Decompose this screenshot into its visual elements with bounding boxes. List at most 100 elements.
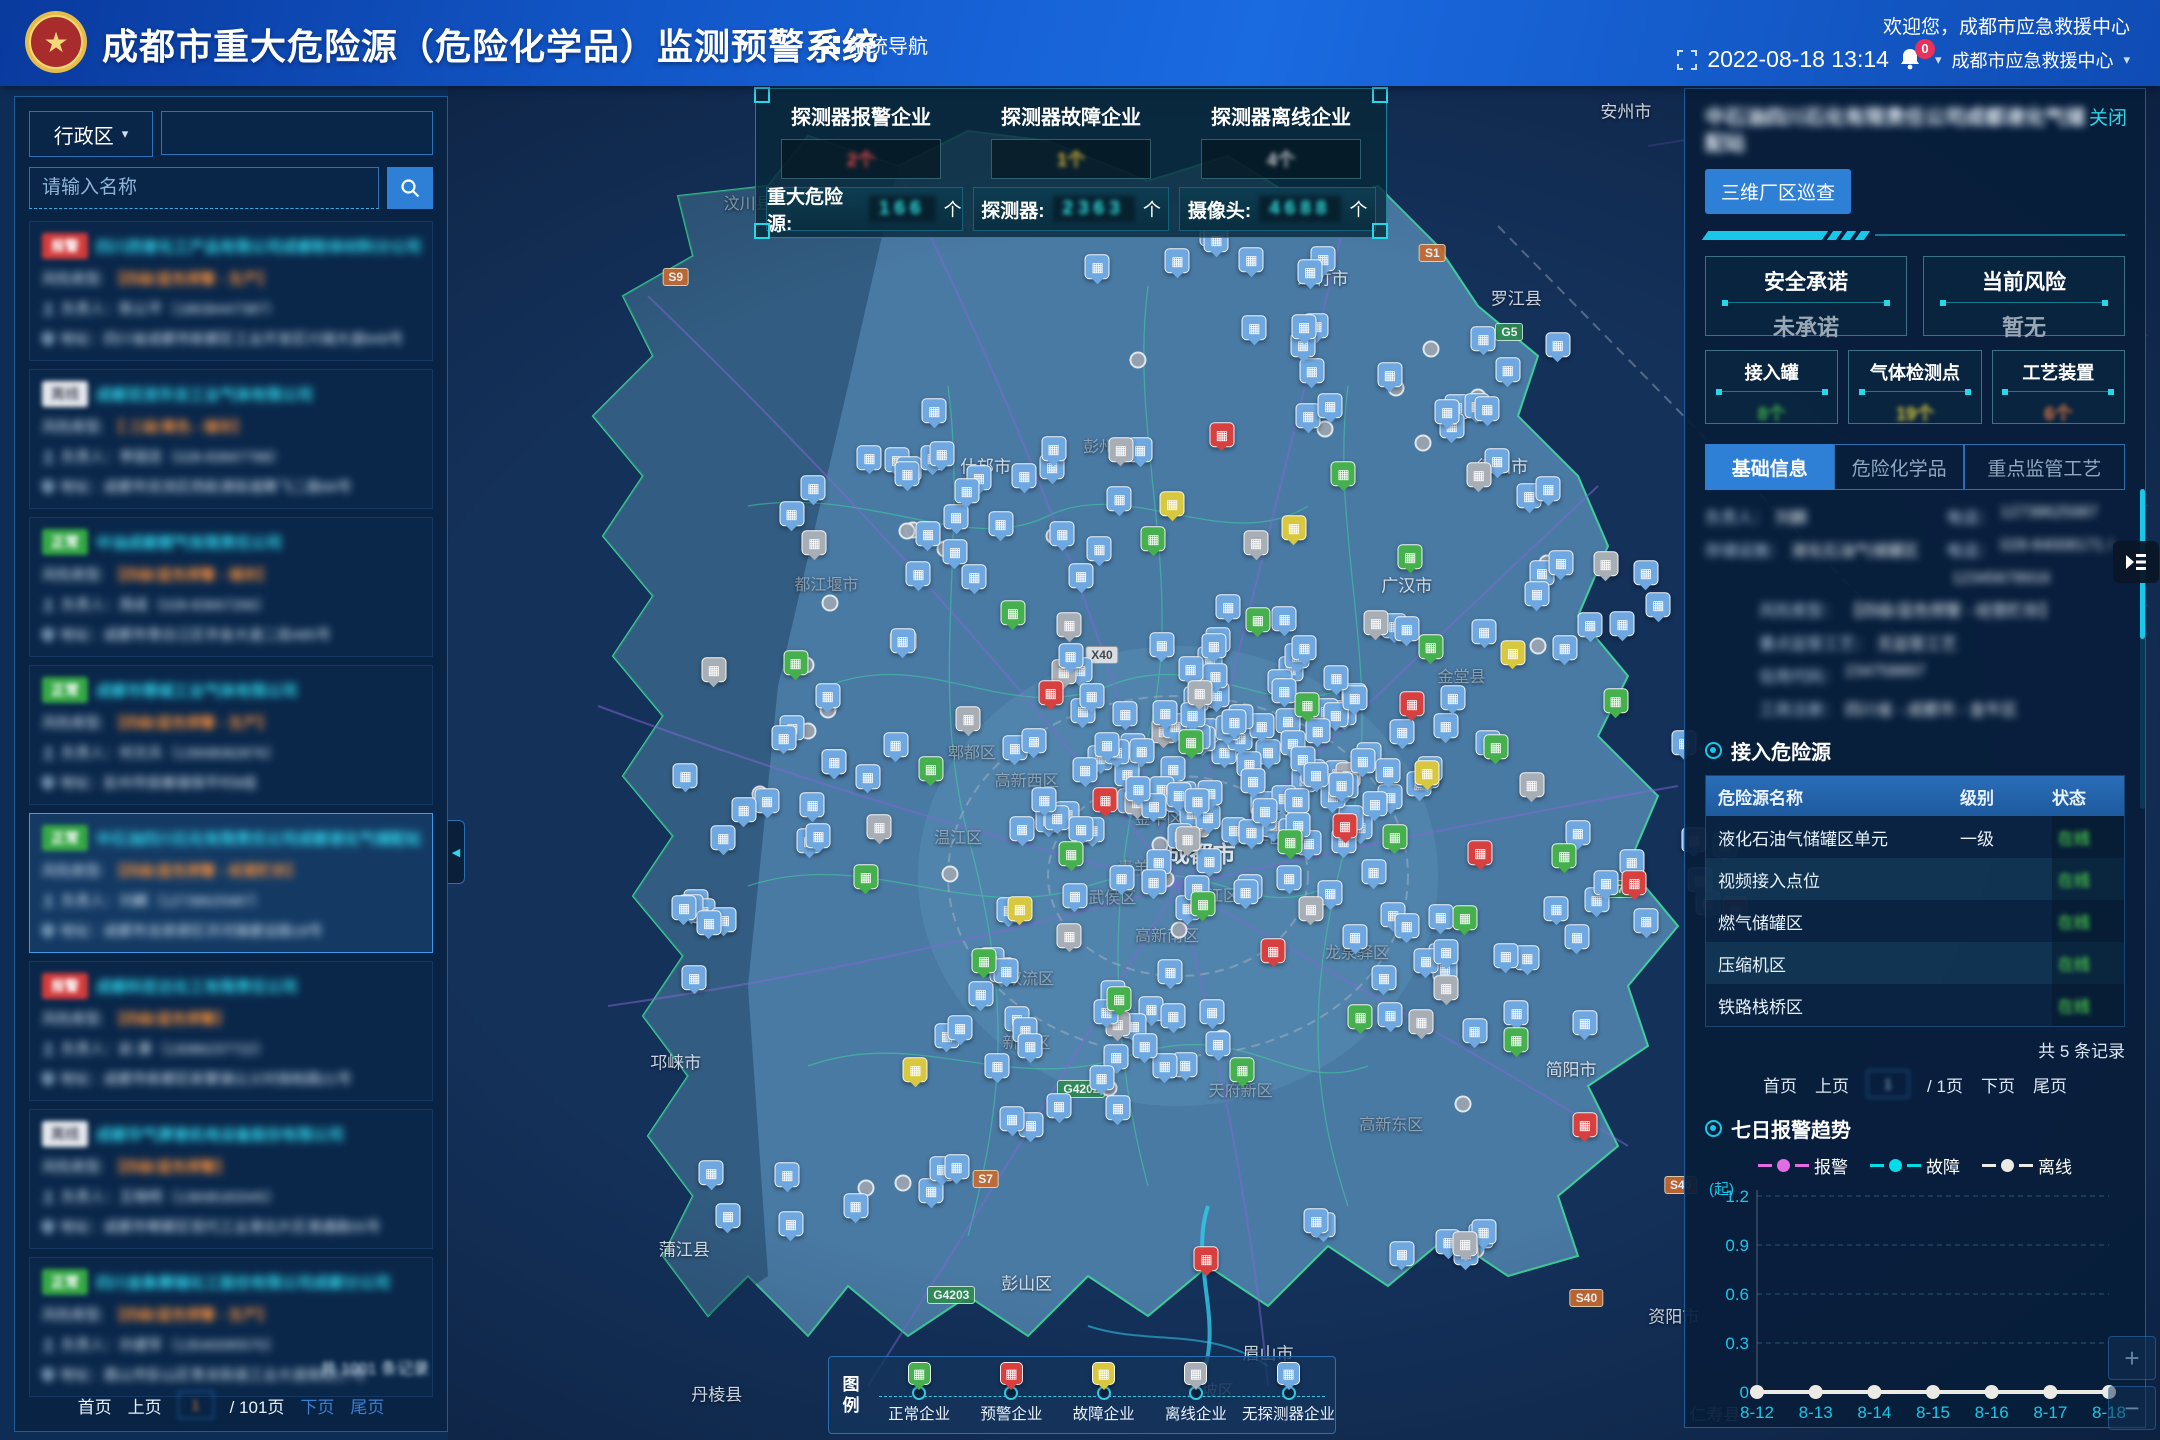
map-company-marker[interactable]: ▦ (1610, 612, 1635, 637)
map-company-marker[interactable]: ▦ (1200, 999, 1225, 1024)
map-company-marker[interactable]: ▦ (1069, 816, 1094, 841)
map-company-marker[interactable]: ▦ (1158, 959, 1183, 984)
map-company-marker[interactable]: ▦ (1012, 464, 1037, 489)
map-company-marker[interactable]: ▦ (1093, 787, 1118, 812)
map-company-marker[interactable]: ▦ (1363, 610, 1388, 635)
map-company-marker[interactable]: ▦ (929, 441, 954, 466)
map-company-marker[interactable]: ▦ (1324, 666, 1349, 691)
map-company-marker[interactable]: ▦ (1085, 255, 1110, 280)
map-dot-marker[interactable] (1422, 340, 1439, 357)
map-company-marker[interactable]: ▦ (1362, 792, 1387, 817)
map-company-marker[interactable]: ▦ (1058, 643, 1083, 668)
map-company-marker[interactable]: ▦ (1298, 896, 1323, 921)
map-company-marker[interactable]: ▦ (1197, 848, 1222, 873)
map-company-marker[interactable]: ▦ (1047, 1093, 1072, 1118)
map-company-marker[interactable]: ▦ (843, 1193, 868, 1218)
map-company-marker[interactable]: ▦ (1272, 678, 1297, 703)
map-company-marker[interactable]: ▦ (1331, 461, 1356, 486)
map-company-marker[interactable]: ▦ (1126, 776, 1151, 801)
map-company-marker[interactable]: ▦ (1472, 619, 1497, 644)
map-company-marker[interactable]: ▦ (1095, 732, 1120, 757)
map-company-marker[interactable]: ▦ (1382, 824, 1407, 849)
map-company-marker[interactable]: ▦ (1318, 393, 1343, 418)
map-company-marker[interactable]: ▦ (701, 657, 726, 682)
company-list-item[interactable]: 报警 四川西普化工产品有限公司成都粉体材料分公司 风险类型: 【四级/蓝色预警 … (29, 221, 433, 361)
map-company-marker[interactable]: ▦ (1165, 248, 1190, 273)
map-company-marker[interactable]: ▦ (1129, 738, 1154, 763)
map-company-marker[interactable]: ▦ (715, 1203, 740, 1228)
company-list-item[interactable]: 正常 成都市蓉城工业气体有限公司 风险类型: 【四级/蓝色预警 - 生产】 负责… (29, 665, 433, 805)
chevron-down-icon[interactable]: ▾ (2123, 52, 2130, 68)
company-list-item[interactable]: 离线 成都华气厚普机电设备股份有限公司 风险类型: 【四级/蓝色预警】 负责人：… (29, 1109, 433, 1249)
map-company-marker[interactable]: ▦ (1292, 314, 1317, 339)
sidebar-collapse-tab[interactable]: ◀ (448, 820, 465, 884)
map-company-marker[interactable]: ▦ (1545, 332, 1570, 357)
map-company-marker[interactable]: ▦ (1603, 689, 1628, 714)
patrol-3d-button[interactable]: 三维厂区巡查 (1705, 169, 1851, 214)
map-company-marker[interactable]: ▦ (1179, 729, 1204, 754)
map-company-marker[interactable]: ▦ (1216, 594, 1241, 619)
map-company-marker[interactable]: ▦ (1178, 656, 1203, 681)
map-company-marker[interactable]: ▦ (1371, 965, 1396, 990)
map-dot-marker[interactable] (899, 522, 916, 539)
map-company-marker[interactable]: ▦ (1057, 613, 1082, 638)
map-company-marker[interactable]: ▦ (1187, 680, 1212, 705)
map-company-marker[interactable]: ▦ (1415, 760, 1440, 785)
zoom-out-button[interactable]: − (2108, 1386, 2156, 1430)
map-company-marker[interactable]: ▦ (1564, 925, 1589, 950)
map-company-marker[interactable]: ▦ (948, 1015, 973, 1040)
map-company-marker[interactable]: ▦ (771, 725, 796, 750)
map-company-marker[interactable]: ▦ (1452, 905, 1477, 930)
map-company-marker[interactable]: ▦ (682, 965, 707, 990)
map-company-marker[interactable]: ▦ (985, 1053, 1010, 1078)
map-company-marker[interactable]: ▦ (815, 683, 840, 708)
map-company-marker[interactable]: ▦ (1105, 1095, 1130, 1120)
map-company-marker[interactable]: ▦ (801, 475, 826, 500)
map-company-marker[interactable]: ▦ (1552, 843, 1577, 868)
map-company-marker[interactable]: ▦ (1000, 1106, 1025, 1131)
prev-page-button[interactable]: 上页 (1815, 1072, 1849, 1097)
trend-legend-item[interactable]: 报警 (1758, 1153, 1848, 1178)
map-company-marker[interactable]: ▦ (918, 756, 943, 781)
close-button[interactable]: 关闭 (2089, 103, 2127, 130)
map-company-marker[interactable]: ▦ (1233, 879, 1258, 904)
map-company-marker[interactable]: ▦ (1069, 563, 1094, 588)
first-page-button[interactable]: 首页 (1763, 1072, 1797, 1097)
map-company-marker[interactable]: ▦ (1079, 683, 1104, 708)
map-company-marker[interactable]: ▦ (903, 1057, 928, 1082)
map-company-marker[interactable]: ▦ (1548, 550, 1573, 575)
map-company-marker[interactable]: ▦ (755, 789, 780, 814)
map-company-marker[interactable]: ▦ (855, 764, 880, 789)
map-company-marker[interactable]: ▦ (1242, 316, 1267, 341)
map-dot-marker[interactable] (1415, 435, 1432, 452)
fullscreen-icon[interactable] (1677, 50, 1697, 70)
map-company-marker[interactable]: ▦ (1471, 326, 1496, 351)
map-company-marker[interactable]: ▦ (1515, 945, 1540, 970)
map-company-marker[interactable]: ▦ (1190, 892, 1215, 917)
tab-basic-info[interactable]: 基础信息 (1705, 444, 1834, 490)
map-company-marker[interactable]: ▦ (1377, 362, 1402, 387)
map-company-marker[interactable]: ▦ (944, 1154, 969, 1179)
region-filter-input[interactable] (161, 111, 433, 155)
map-company-marker[interactable]: ▦ (671, 895, 696, 920)
map-company-marker[interactable]: ▦ (1329, 773, 1354, 798)
map-dot-marker[interactable] (1455, 1096, 1472, 1113)
map-company-marker[interactable]: ▦ (1524, 582, 1549, 607)
next-page-button[interactable]: 下页 (1981, 1072, 2015, 1097)
tab-key-processes[interactable]: 重点监管工艺 (1964, 444, 2125, 490)
map-company-marker[interactable]: ▦ (1007, 896, 1032, 921)
map-company-marker[interactable]: ▦ (1394, 616, 1419, 641)
map-company-marker[interactable]: ▦ (1634, 909, 1659, 934)
map-company-marker[interactable]: ▦ (822, 749, 847, 774)
map-company-marker[interactable]: ▦ (971, 949, 996, 974)
map-company-marker[interactable]: ▦ (1010, 816, 1035, 841)
map-company-marker[interactable]: ▦ (1185, 788, 1210, 813)
trend-legend-item[interactable]: 故障 (1870, 1153, 1960, 1178)
map-company-marker[interactable]: ▦ (778, 1211, 803, 1236)
map-company-marker[interactable]: ▦ (1285, 788, 1310, 813)
map-company-marker[interactable]: ▦ (1141, 526, 1166, 551)
map-dot-marker[interactable] (1129, 351, 1146, 368)
map-company-marker[interactable]: ▦ (883, 732, 908, 757)
map-company-marker[interactable]: ▦ (1350, 748, 1375, 773)
map-company-marker[interactable]: ▦ (1466, 463, 1491, 488)
